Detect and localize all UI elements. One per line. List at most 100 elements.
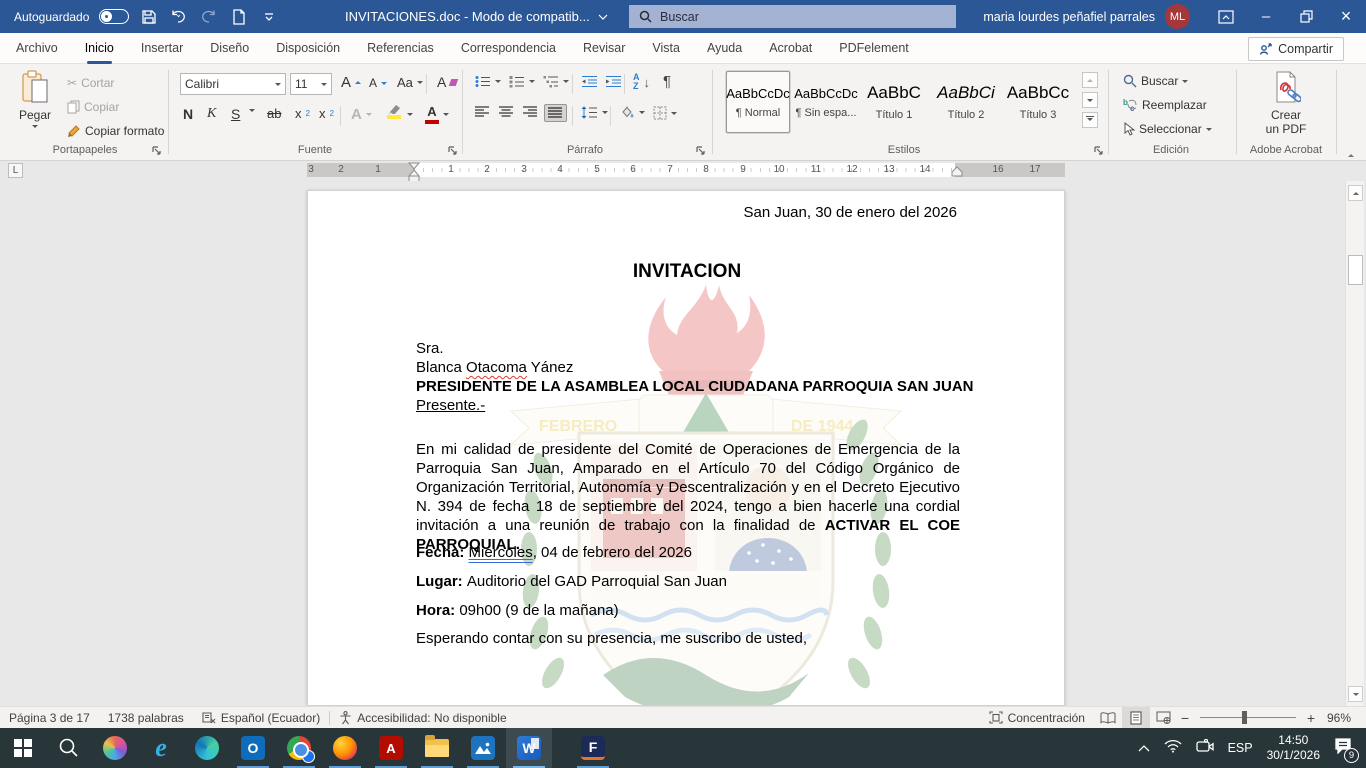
- style-heading3[interactable]: AaBbCc Título 3: [1006, 71, 1070, 133]
- highlight-color-button[interactable]: [384, 102, 404, 121]
- tab-stop-selector[interactable]: L: [8, 163, 23, 178]
- taskbar-acrobat-button[interactable]: A: [368, 728, 414, 768]
- align-center-button[interactable]: [496, 104, 517, 120]
- salutation-line[interactable]: Sra.: [416, 339, 444, 358]
- tab-archivo[interactable]: Archivo: [16, 33, 58, 64]
- change-case-button[interactable]: Aa: [394, 73, 426, 92]
- decrease-indent-button[interactable]: [578, 73, 601, 90]
- highlight-dropdown[interactable]: [404, 108, 416, 121]
- undo-icon[interactable]: [169, 7, 189, 27]
- search-box[interactable]: [629, 5, 956, 28]
- tab-diseno[interactable]: Diseño: [210, 33, 249, 64]
- taskbar-search-button[interactable]: [46, 728, 92, 768]
- addressee-role-line[interactable]: PRESIDENTE DE LA ASAMBLEA LOCAL CIUDADAN…: [416, 377, 974, 396]
- numbered-list-button[interactable]: [506, 73, 538, 90]
- proofing-status[interactable]: Español (Ecuador): [193, 707, 329, 729]
- scroll-up-icon[interactable]: [1348, 185, 1363, 201]
- scrollbar-thumb[interactable]: [1348, 255, 1363, 285]
- user-name[interactable]: maria lourdes peñafiel parrales: [983, 10, 1155, 24]
- page-indicator[interactable]: Página 3 de 17: [0, 707, 99, 729]
- strikethrough-button[interactable]: ab: [264, 104, 284, 123]
- replace-button[interactable]: bc Reemplazar: [1120, 96, 1210, 114]
- select-button[interactable]: Seleccionar: [1120, 120, 1215, 138]
- clear-formatting-button[interactable]: A: [434, 72, 460, 92]
- justify-button[interactable]: [544, 104, 567, 122]
- tab-correspondencia[interactable]: Correspondencia: [461, 33, 556, 64]
- shrink-font-button[interactable]: A: [366, 74, 390, 92]
- find-button[interactable]: Buscar: [1120, 72, 1191, 90]
- tab-ayuda[interactable]: Ayuda: [707, 33, 742, 64]
- zoom-slider-thumb[interactable]: [1242, 711, 1247, 724]
- taskbar-chrome-button[interactable]: [276, 728, 322, 768]
- collapse-ribbon-icon[interactable]: [1348, 146, 1354, 160]
- meet-now-icon[interactable]: [1196, 739, 1214, 758]
- avatar[interactable]: ML: [1165, 4, 1190, 29]
- paragraph-dialog-launcher-icon[interactable]: [696, 145, 708, 157]
- document-page[interactable]: FEBRERO DE 1944 7: [307, 190, 1065, 706]
- horizontal-ruler[interactable]: 3 2 1 1 2 3 4 5 6 7 8 9 10 11 12 13 14 1…: [307, 163, 1065, 177]
- tab-inicio[interactable]: Inicio: [85, 33, 114, 64]
- lugar-line[interactable]: Lugar: Auditorio del GAD Parroquial San …: [416, 572, 727, 591]
- style-heading2[interactable]: AaBbCi Título 2: [934, 71, 998, 133]
- addressee-name-line[interactable]: Blanca Otacoma Yánez: [416, 358, 573, 377]
- touch-mode-icon[interactable]: [229, 7, 249, 27]
- cut-button[interactable]: ✂ Cortar: [64, 74, 117, 92]
- superscript-button[interactable]: x2: [316, 104, 337, 123]
- start-button[interactable]: [0, 728, 46, 768]
- clipboard-dialog-launcher-icon[interactable]: [152, 145, 164, 157]
- fecha-line[interactable]: Fecha: Miércoles, 04 de febrero del 2026: [416, 543, 692, 562]
- redo-icon[interactable]: [199, 7, 219, 27]
- shading-button[interactable]: [616, 104, 648, 121]
- styles-scroll-down-icon[interactable]: [1082, 92, 1098, 108]
- letter-title[interactable]: INVITACION: [308, 262, 1065, 281]
- share-button[interactable]: Compartir: [1248, 37, 1344, 61]
- read-mode-button[interactable]: [1094, 707, 1122, 729]
- styles-gallery-expand-icon[interactable]: [1082, 112, 1098, 128]
- taskbar-firefox-button[interactable]: [322, 728, 368, 768]
- web-layout-button[interactable]: [1150, 707, 1178, 729]
- increase-indent-button[interactable]: [602, 73, 625, 90]
- grow-font-button[interactable]: A: [338, 72, 364, 93]
- tab-vista[interactable]: Vista: [652, 33, 680, 64]
- tab-pdfelement[interactable]: PDFelement: [839, 33, 908, 64]
- clock[interactable]: 14:50 30/1/2026: [1267, 733, 1320, 763]
- taskbar-copilot-button[interactable]: [92, 728, 138, 768]
- date-line[interactable]: San Juan, 30 de enero del 2026: [743, 203, 957, 222]
- scroll-down-icon[interactable]: [1348, 686, 1363, 702]
- customize-quick-access-icon[interactable]: [259, 7, 279, 27]
- style-no-spacing[interactable]: AaBbCcDc ¶ Sin espa...: [794, 71, 858, 133]
- align-left-button[interactable]: [472, 104, 493, 120]
- zoom-in-icon[interactable]: +: [1304, 710, 1318, 726]
- paste-button[interactable]: Pegar: [12, 70, 58, 142]
- create-pdf-button[interactable]: Crear un PDF: [1246, 70, 1326, 142]
- text-effects-button[interactable]: A: [348, 104, 375, 125]
- print-layout-button[interactable]: [1122, 707, 1150, 729]
- accessibility-status[interactable]: Accesibilidad: No disponible: [330, 707, 515, 729]
- autosave-toggle[interactable]: [99, 9, 129, 24]
- wifi-icon[interactable]: [1164, 739, 1182, 758]
- font-dialog-launcher-icon[interactable]: [448, 145, 460, 157]
- close-button[interactable]: ×: [1326, 0, 1366, 33]
- zoom-out-icon[interactable]: −: [1178, 710, 1192, 726]
- font-color-dropdown[interactable]: [440, 108, 452, 121]
- font-color-button[interactable]: A: [422, 102, 442, 126]
- show-marks-button[interactable]: ¶: [660, 71, 674, 92]
- hora-line[interactable]: Hora: 09h00 (9 de la mañana): [416, 601, 619, 620]
- styles-dialog-launcher-icon[interactable]: [1094, 145, 1106, 157]
- multilevel-list-button[interactable]: [540, 73, 572, 90]
- style-heading1[interactable]: AaBbC Título 1: [862, 71, 926, 133]
- restore-button[interactable]: [1286, 0, 1326, 33]
- vertical-scrollbar[interactable]: [1345, 181, 1364, 706]
- font-family-select[interactable]: Calibri: [180, 73, 286, 95]
- ribbon-display-options-icon[interactable]: [1206, 0, 1246, 33]
- presente-line[interactable]: Presente.-: [416, 396, 485, 415]
- bullet-list-button[interactable]: [472, 73, 504, 90]
- body-paragraph[interactable]: En mi calidad de presidente del Comité d…: [416, 440, 960, 554]
- tab-acrobat[interactable]: Acrobat: [769, 33, 812, 64]
- tray-chevron-up-icon[interactable]: [1138, 739, 1150, 757]
- borders-button[interactable]: [650, 104, 680, 122]
- taskbar-word-button[interactable]: W: [506, 728, 552, 768]
- italic-button[interactable]: K: [204, 104, 219, 124]
- notification-center-icon[interactable]: 9: [1334, 738, 1352, 759]
- tab-insertar[interactable]: Insertar: [141, 33, 183, 64]
